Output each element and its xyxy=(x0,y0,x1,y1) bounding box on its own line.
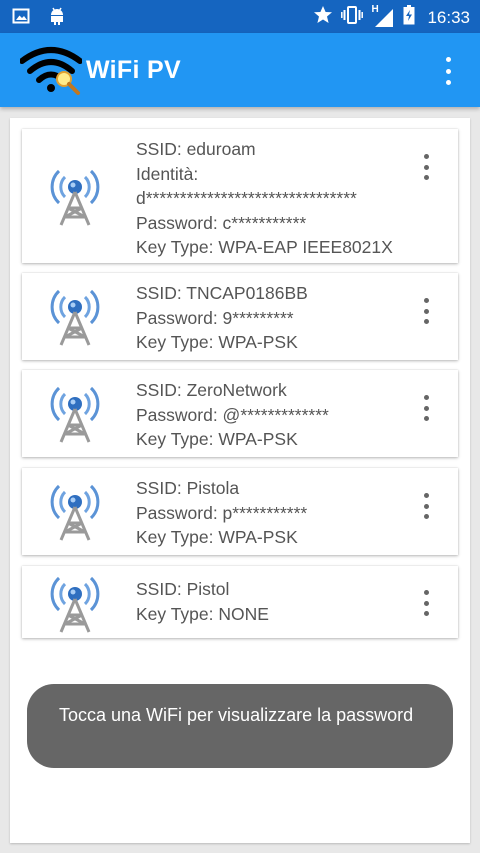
signal-icon: H xyxy=(371,4,395,28)
wifi-card-pistola[interactable]: SSID: Pistola Password: p*********** Key… xyxy=(22,468,458,555)
card-menu-icon[interactable] xyxy=(420,298,432,324)
card-menu-icon[interactable] xyxy=(420,590,432,616)
wifi-card-tncap0186bb[interactable]: SSID: TNCAP0186BB Password: 9********* K… xyxy=(22,273,458,360)
ssid-text: SSID: Pistol xyxy=(136,579,230,599)
key-type-text: Key Type: WPA-EAP IEEE8021X xyxy=(136,237,393,257)
password-text: Password: 9********* xyxy=(136,307,294,328)
wifi-info: SSID: TNCAP0186BB Password: 9********* K… xyxy=(136,281,416,355)
wifi-info: SSID: Pistola Password: p*********** Key… xyxy=(136,476,416,550)
wifi-card-eduroam[interactable]: SSID: eduroam Identità: d***************… xyxy=(22,129,458,263)
card-menu-icon[interactable] xyxy=(420,154,432,180)
wifi-tower-icon xyxy=(46,382,104,444)
vibrate-icon xyxy=(341,5,364,30)
identity-label: Identità: xyxy=(136,163,199,184)
identity-value: d******************************* xyxy=(136,188,357,208)
ssid-text: SSID: Pistola xyxy=(136,478,240,498)
key-type-text: Key Type: NONE xyxy=(136,603,269,624)
wifi-tower-icon xyxy=(46,572,104,634)
card-menu-icon[interactable] xyxy=(420,493,432,519)
clock: 16:33 xyxy=(427,7,470,27)
battery-icon xyxy=(403,5,415,30)
wifi-card-pistol[interactable]: SSID: Pistol Key Type: NONE xyxy=(22,566,458,638)
app-title: WiFi PV xyxy=(86,56,181,84)
ssid-text: SSID: TNCAP0186BB xyxy=(136,283,308,303)
android-icon xyxy=(48,6,66,31)
ssid-text: SSID: ZeroNetwork xyxy=(136,380,287,400)
wifi-tower-icon xyxy=(46,480,104,542)
key-type-text: Key Type: WPA-PSK xyxy=(136,332,298,352)
app-bar: WiFi PV xyxy=(0,33,480,107)
wifi-info: SSID: ZeroNetwork Password: @***********… xyxy=(136,378,416,452)
password-text: Password: p*********** xyxy=(136,502,308,523)
status-bar: H 16:33 xyxy=(0,0,480,33)
overflow-menu-icon[interactable] xyxy=(436,57,460,85)
image-icon xyxy=(12,7,30,30)
wifi-info: SSID: eduroam Identità: d***************… xyxy=(136,137,416,260)
key-type-text: Key Type: WPA-PSK xyxy=(136,527,298,547)
wifi-search-icon xyxy=(19,45,83,102)
password-text: Password: @************* xyxy=(136,404,329,425)
wifi-card-zeronetwork[interactable]: SSID: ZeroNetwork Password: @***********… xyxy=(22,370,458,457)
password-text: Password: c*********** xyxy=(136,212,307,233)
ssid-text: SSID: eduroam xyxy=(136,139,256,159)
toast-message: Tocca una WiFi per visualizzare la passw… xyxy=(27,684,453,768)
star-icon xyxy=(313,5,333,30)
card-menu-icon[interactable] xyxy=(420,395,432,421)
key-type-text: Key Type: WPA-PSK xyxy=(136,429,298,449)
wifi-info: SSID: Pistol Key Type: NONE xyxy=(136,577,416,626)
wifi-tower-icon xyxy=(46,285,104,347)
wifi-tower-icon xyxy=(46,165,104,227)
